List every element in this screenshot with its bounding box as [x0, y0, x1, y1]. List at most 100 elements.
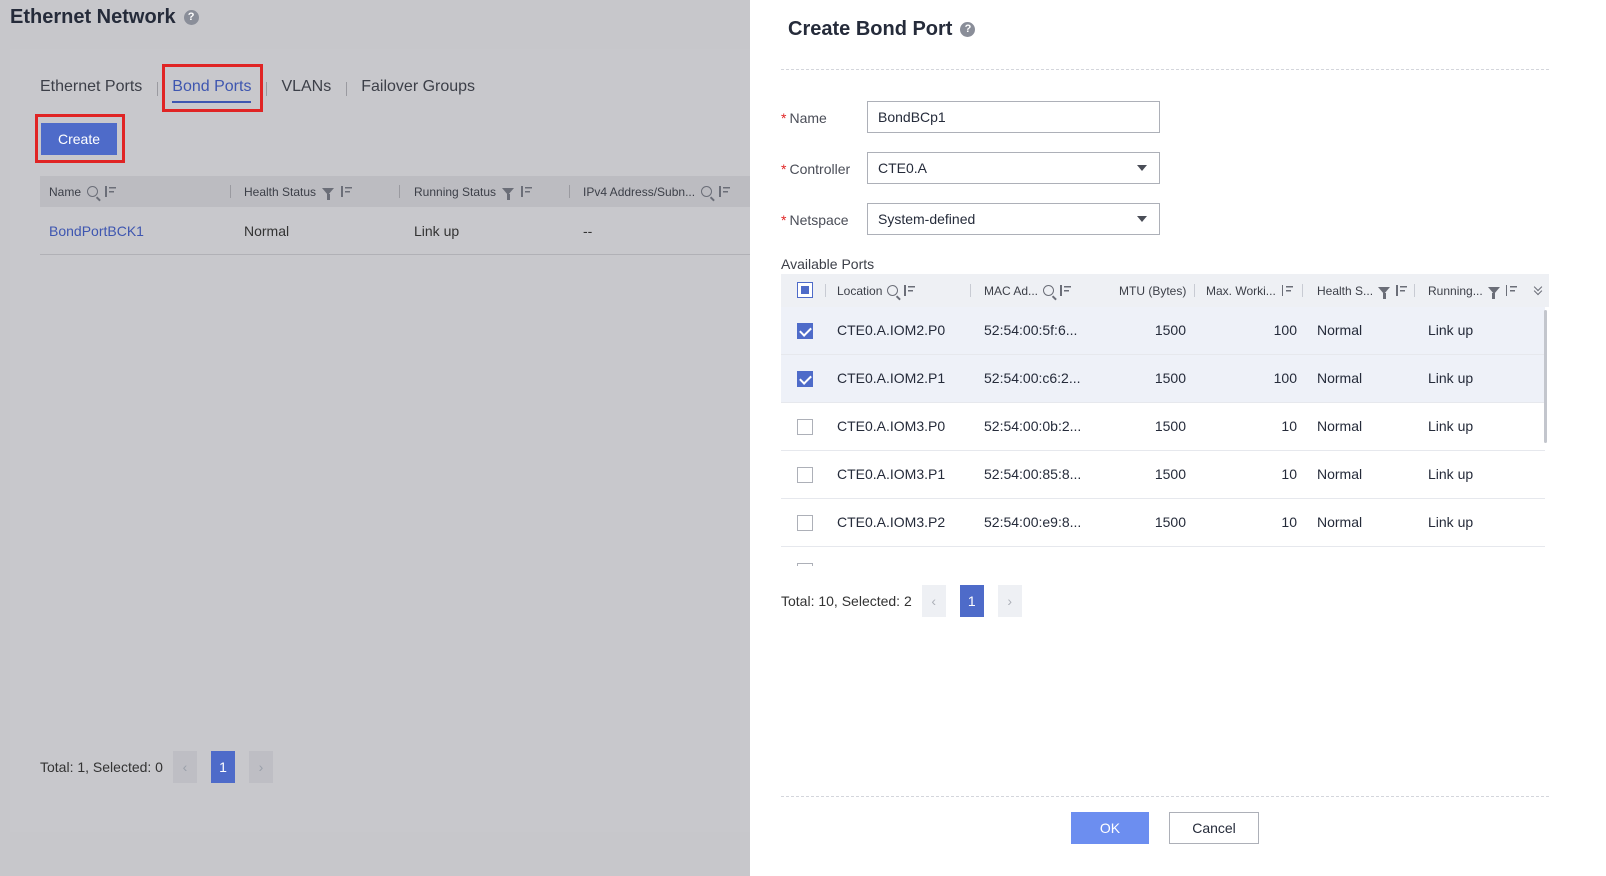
bond-ports-table-header: Name Health Status Running Status IPv4 A…: [40, 176, 760, 207]
select-all-checkbox[interactable]: [797, 282, 813, 298]
content-card: [10, 49, 770, 832]
mac-cell: 52:54:00:85:8...: [984, 466, 1082, 482]
search-icon[interactable]: [701, 186, 713, 197]
health-status-cell: Normal: [244, 223, 290, 239]
row-checkbox[interactable]: [797, 515, 813, 531]
sort-icon[interactable]: [104, 186, 117, 197]
available-ports-table: Location MAC Ad... MTU (Bytes) Max. Work…: [781, 274, 1549, 566]
prev-page-button[interactable]: ‹: [921, 585, 946, 617]
pagination-summary: Total: 1, Selected: 0: [40, 759, 163, 775]
tab-failover-groups[interactable]: Failover Groups: [346, 78, 490, 96]
column-header-running-status: Running Status: [414, 176, 533, 207]
row-checkbox[interactable]: [797, 323, 813, 339]
pagination-summary: Total: 10, Selected: 2: [781, 593, 912, 609]
row-checkbox[interactable]: [797, 563, 813, 566]
sort-icon[interactable]: [1505, 285, 1517, 296]
page-number-1[interactable]: 1: [210, 751, 235, 783]
max-working-cell: 100: [1273, 370, 1297, 386]
health-cell: Normal: [1317, 514, 1363, 530]
sort-icon[interactable]: [718, 186, 731, 197]
column-divider[interactable]: [1302, 284, 1303, 297]
column-divider[interactable]: [1194, 284, 1195, 297]
mtu-cell: 1500: [1154, 514, 1186, 530]
column-divider[interactable]: [970, 284, 971, 297]
available-ports-label: Available Ports: [781, 256, 875, 272]
prev-page-button[interactable]: ‹: [172, 751, 197, 783]
sort-icon[interactable]: [903, 285, 916, 296]
column-header-name: Name: [49, 176, 117, 207]
column-divider[interactable]: [825, 284, 826, 297]
health-cell: Normal: [1317, 370, 1363, 386]
next-page-button[interactable]: ›: [997, 585, 1022, 617]
sort-icon[interactable]: [1281, 285, 1293, 296]
chevron-double-down-icon[interactable]: [1533, 286, 1543, 296]
bond-port-name-link[interactable]: BondPortBCK1: [49, 223, 144, 239]
table-row[interactable]: BondPortBCK1 Normal Link up --: [40, 207, 760, 255]
page-number-1[interactable]: 1: [959, 585, 984, 617]
row-checkbox[interactable]: [797, 371, 813, 387]
search-icon[interactable]: [1043, 285, 1055, 296]
running-status-cell: Link up: [414, 223, 460, 239]
location-cell: CTE0.A.IOM2.P0: [837, 322, 946, 338]
column-divider[interactable]: [230, 185, 231, 198]
tab-vlans[interactable]: VLANs: [266, 78, 346, 96]
filter-icon[interactable]: [502, 188, 515, 200]
filter-icon[interactable]: [1487, 287, 1500, 299]
mac-cell: 52:54:00:0b:2...: [984, 418, 1082, 434]
max-working-cell: 100: [1273, 322, 1297, 338]
cancel-button[interactable]: Cancel: [1169, 812, 1259, 844]
table-row[interactable]: CTE0.A.IOM3.P1 52:54:00:85:8... 1500 10 …: [781, 451, 1545, 499]
netspace-select[interactable]: System-defined: [867, 203, 1160, 235]
running-cell: Link up: [1428, 322, 1474, 338]
filter-icon[interactable]: [1378, 287, 1391, 299]
sort-icon[interactable]: [340, 186, 353, 197]
help-icon[interactable]: ?: [960, 22, 976, 37]
table-row[interactable]: CTE0.A.IOM3.P2 52:54:00:e9:8... 1500 10 …: [781, 499, 1545, 547]
sort-icon[interactable]: [1395, 285, 1408, 296]
name-input[interactable]: BondBCp1: [867, 101, 1160, 133]
column-divider[interactable]: [569, 185, 570, 198]
location-cell: CTE0.A.IOM3.P0: [837, 418, 946, 434]
highlight-box-bond-ports-tab: [162, 64, 263, 112]
controller-select[interactable]: CTE0.A: [867, 152, 1160, 184]
help-icon[interactable]: ?: [183, 10, 199, 25]
table-scrollbar[interactable]: [1544, 310, 1547, 443]
mac-cell: 52:54:00:e9:8...: [984, 514, 1082, 530]
row-checkbox[interactable]: [797, 467, 813, 483]
column-divider[interactable]: [1414, 284, 1415, 297]
max-working-cell: 10: [1281, 514, 1297, 530]
page-title: Ethernet Network ?: [10, 6, 199, 29]
sort-icon[interactable]: [1059, 285, 1072, 296]
max-working-cell: 10: [1281, 418, 1297, 434]
column-divider[interactable]: [399, 185, 400, 198]
table-row[interactable]: CTE0.A.IOM2.P0 52:54:00:5f:6... 1500 100…: [781, 307, 1545, 355]
health-cell: Normal: [1317, 418, 1363, 434]
search-icon[interactable]: [887, 285, 899, 296]
tab-ethernet-ports[interactable]: Ethernet Ports: [40, 78, 157, 96]
search-icon[interactable]: [87, 186, 99, 197]
running-cell: Link up: [1428, 514, 1474, 530]
filter-icon[interactable]: [322, 188, 335, 200]
row-checkbox[interactable]: [797, 419, 813, 435]
table-row-partially-visible[interactable]: [781, 547, 1545, 566]
mac-cell: 52:54:00:5f:6...: [984, 322, 1078, 338]
column-header-running-status: Running...: [1428, 274, 1517, 307]
ipv4-cell: --: [583, 223, 593, 239]
column-header-ipv4: IPv4 Address/Subn...: [583, 176, 731, 207]
table-row[interactable]: CTE0.A.IOM2.P1 52:54:00:c6:2... 1500 100…: [781, 355, 1545, 403]
location-cell: CTE0.A.IOM3.P1: [837, 466, 946, 482]
expand-columns-icon-wrap: [1533, 274, 1543, 307]
column-header-health-status: Health Status: [244, 176, 353, 207]
sort-icon[interactable]: [520, 186, 533, 197]
table-row[interactable]: CTE0.A.IOM3.P0 52:54:00:0b:2... 1500 10 …: [781, 403, 1545, 451]
tab-bar: Ethernet Ports Bond Ports VLANs Failover…: [40, 76, 490, 103]
column-header-health-status: Health S...: [1317, 274, 1408, 307]
chevron-down-icon: [1137, 216, 1147, 222]
ports-pagination: Total: 10, Selected: 2 ‹ 1 ›: [781, 585, 1022, 617]
ok-button[interactable]: OK: [1071, 812, 1149, 844]
next-page-button[interactable]: ›: [248, 751, 273, 783]
column-header-location: Location: [837, 274, 916, 307]
location-cell: CTE0.A.IOM3.P2: [837, 514, 946, 530]
health-cell: Normal: [1317, 322, 1363, 338]
column-header-max-working: Max. Worki...: [1206, 274, 1293, 307]
